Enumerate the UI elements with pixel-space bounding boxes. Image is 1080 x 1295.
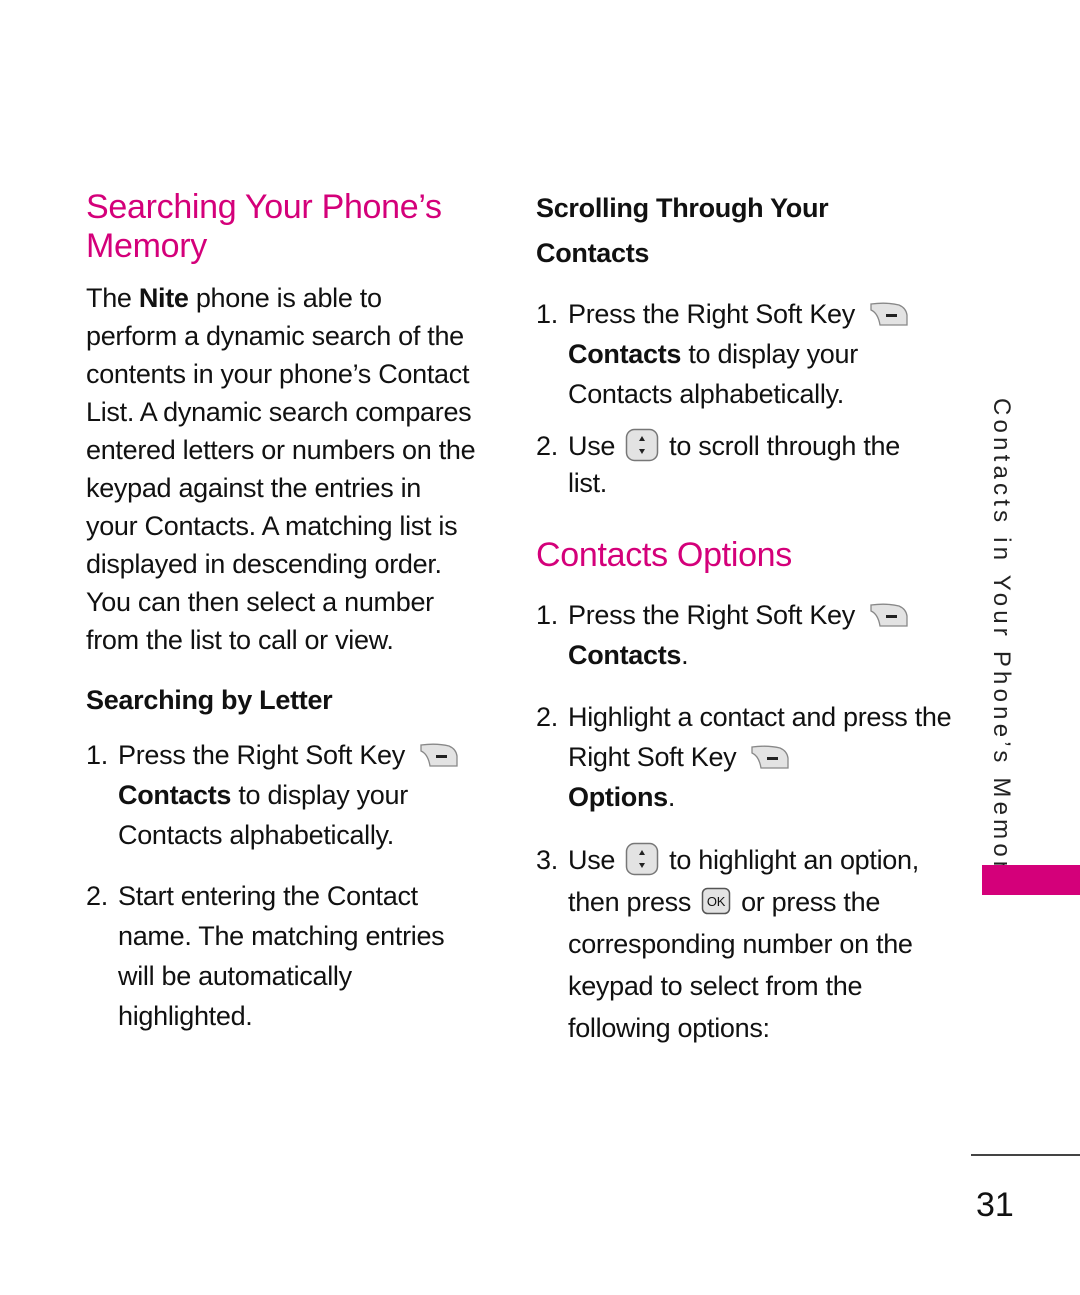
step-text: . [681, 639, 689, 670]
step-text: . [667, 781, 676, 812]
step-text: to scroll through the list. [568, 431, 900, 498]
subheading-scrolling-contacts: Scrolling Through Your Contacts [536, 193, 829, 268]
ok-key-label: OK [707, 894, 726, 909]
step-item: 1. Press the Right Soft Key Contacts to … [86, 735, 486, 855]
intro-text: phone is able to perform a dynamic searc… [86, 283, 476, 655]
right-soft-key-icon [870, 603, 908, 627]
chapter-side-label: Contacts in Your Phone’s Memory [988, 398, 1015, 890]
step-text: Use [568, 431, 616, 461]
step-number: 1. [536, 599, 558, 630]
subheading-searching-by-letter: Searching by Letter [86, 685, 333, 715]
step-number: 2. [536, 431, 558, 461]
contacts-label: Contacts [568, 639, 682, 670]
right-soft-key-icon [751, 745, 790, 769]
step-item: 3. Use to highlight an option, then press… [536, 839, 928, 1049]
step-item: 1. Press the Right Soft Key Contacts to … [536, 294, 936, 414]
step-text: Press the Right Soft Key [568, 599, 855, 630]
intro-paragraph: The Nite phone is able to perform a dyna… [86, 279, 478, 659]
step-number: 2. [86, 881, 108, 911]
contacts-label: Contacts [118, 780, 232, 810]
step-item: 1. Press the Right Soft Key Contacts. [536, 595, 936, 675]
contacts-label: Contacts [568, 339, 682, 369]
left-column: Searching Your Phone’s Memory The Nite p… [86, 188, 486, 1036]
navigation-key-icon [625, 428, 659, 462]
page-number: 31 [976, 1186, 1014, 1224]
step-text: Press the Right Soft Key [118, 740, 405, 770]
step-item: 2. Highlight a contact and press the Rig… [536, 697, 953, 817]
right-soft-key-icon [870, 302, 908, 326]
ok-key-icon: OK [701, 887, 731, 914]
right-soft-key-icon [420, 743, 458, 767]
step-text: Press the Right Soft Key [568, 299, 855, 329]
scrolling-steps: 1. Press the Right Soft Key Contacts to … [536, 294, 936, 501]
chapter-tab-marker [982, 865, 1080, 895]
contacts-options-steps: 1. Press the Right Soft Key Contacts. 2.… [536, 595, 952, 1049]
step-number: 3. [536, 844, 558, 875]
step-number: 1. [536, 299, 558, 329]
options-label: Options [568, 781, 668, 812]
intro-prefix: The [86, 283, 139, 313]
step-number: 2. [536, 701, 558, 732]
searching-by-letter-steps: 1. Press the Right Soft Key Contacts to … [86, 735, 486, 1036]
step-text: Use [568, 844, 616, 875]
step-text: Start entering the Contact name. The mat… [118, 881, 445, 1031]
section-title-contacts-options: Contacts Options [536, 535, 792, 574]
section-title-searching-memory: Searching Your Phone’s Memory [86, 188, 442, 265]
step-item: 2. Use to scroll through the list. [536, 428, 936, 501]
step-number: 1. [86, 740, 108, 770]
navigation-key-icon [625, 842, 659, 875]
step-item: 2. Start entering the Contact name. The … [86, 876, 486, 1036]
right-column: Scrolling Through Your Contacts 1. Press… [536, 186, 952, 1049]
phone-model-name: Nite [138, 283, 189, 313]
footer-divider [971, 1154, 1080, 1156]
